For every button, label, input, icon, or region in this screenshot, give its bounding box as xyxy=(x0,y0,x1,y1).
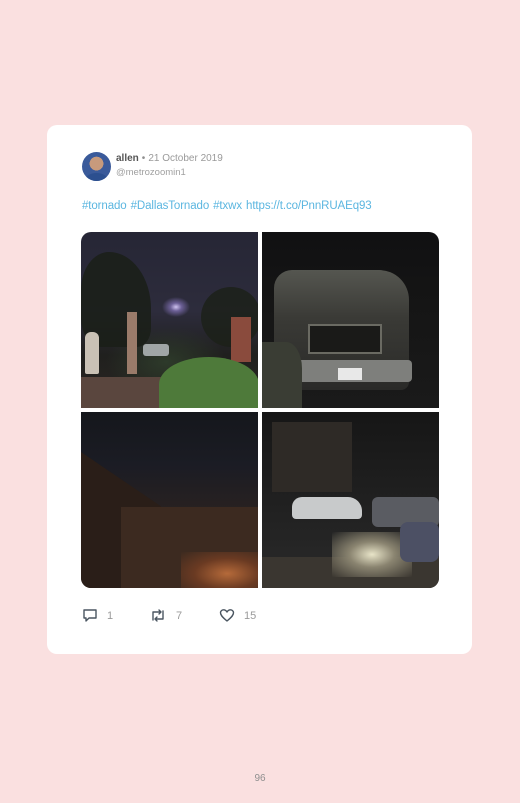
avatar[interactable] xyxy=(82,152,111,181)
tweet-text: #tornado #DallasTornado #txwx https://t.co/… xyxy=(82,200,376,212)
reply-count: 1 xyxy=(107,609,114,622)
tornado-damage-photo-2[interactable] xyxy=(262,232,439,408)
author-handle[interactable]: @metrozoomin1 xyxy=(116,167,186,178)
retweet-icon xyxy=(152,609,164,622)
retweet-count: 7 xyxy=(176,609,183,622)
tweet-date: 21 October 2019 xyxy=(148,153,223,164)
tweet-card: allen • 21 October 2019 @metrozoomin1 #tor… xyxy=(47,125,472,654)
like-count: 15 xyxy=(244,609,257,622)
tweet-link[interactable]: https://t.co/PnnRUAEq93 xyxy=(246,200,372,212)
reply-button[interactable]: 1 xyxy=(82,608,113,623)
hashtag-tornado[interactable]: #tornado xyxy=(82,200,127,212)
hashtag-txwx[interactable]: #txwx xyxy=(213,200,242,212)
tweet-header: allen • 21 October 2019 xyxy=(116,153,223,164)
tornado-damage-photo-3[interactable] xyxy=(81,412,258,588)
page-number: 96 xyxy=(254,773,266,784)
reply-icon xyxy=(83,609,97,622)
tornado-damage-photo-1[interactable] xyxy=(81,232,258,408)
like-button[interactable]: 15 xyxy=(219,608,256,623)
tornado-damage-photo-4[interactable] xyxy=(262,412,439,588)
separator: • xyxy=(141,153,146,164)
hashtag-dallas-tornado[interactable]: #DallasTornado xyxy=(131,200,210,212)
heart-icon xyxy=(219,609,235,622)
author-name[interactable]: allen xyxy=(116,153,139,164)
photo-grid xyxy=(81,232,439,588)
retweet-button[interactable]: 7 xyxy=(149,608,182,623)
